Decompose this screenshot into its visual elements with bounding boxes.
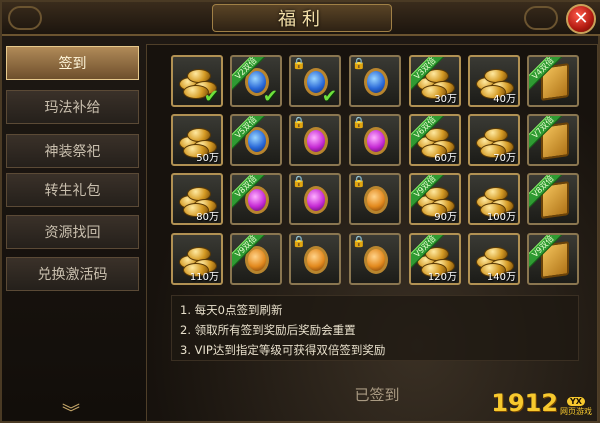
reward-slot[interactable]: 40万	[468, 55, 520, 107]
sidebar-item-rebirth-pack[interactable]: 转生礼包	[6, 173, 139, 207]
reward-amount: 140万	[486, 272, 516, 283]
sidebar-item-mafa-supply[interactable]: 玛法补给	[6, 90, 139, 124]
lock-icon: 🔒	[352, 175, 366, 188]
reward-amount: 60万	[434, 153, 457, 164]
reward-slot[interactable]: 80万	[171, 173, 223, 225]
sidebar-item-label: 签到	[58, 56, 87, 72]
site-watermark: 1912 YX 网页游戏	[491, 389, 592, 417]
orange-gem-icon	[304, 246, 328, 274]
rules-notes: 1. 每天0点签到刷新 2. 领取所有签到奖励后奖励会重置 3. VIP达到指定…	[171, 295, 579, 361]
rule-line: 3. VIP达到指定等级可获得双倍签到奖励	[180, 343, 386, 357]
rule-line: 1. 每天0点签到刷新	[180, 303, 283, 317]
checkmark-icon: ✔	[203, 86, 219, 107]
reward-slot[interactable]: 🔒	[349, 233, 401, 285]
blue-gem-icon	[364, 68, 388, 96]
reward-slot[interactable]: 100万	[468, 173, 520, 225]
lock-icon: 🔒	[292, 235, 306, 248]
lock-icon: 🔒	[352, 116, 366, 129]
sidebar-item-label: 转生礼包	[44, 183, 101, 199]
close-button[interactable]: ✕	[566, 4, 596, 34]
purple-gem-icon	[304, 186, 328, 214]
reward-slot[interactable]: V8双倍	[230, 173, 282, 225]
lock-icon: 🔒	[352, 57, 366, 70]
reward-slot[interactable]: 🔒	[349, 173, 401, 225]
orange-gem-icon	[364, 186, 388, 214]
reward-amount: 70万	[493, 153, 516, 164]
title-plate: 福利	[212, 4, 392, 32]
sidebar-item-label: 资源找回	[44, 225, 101, 241]
watermark-text: 网页游戏	[560, 407, 592, 416]
reward-slot[interactable]: 🔒	[349, 114, 401, 166]
checkmark-icon: ✔	[321, 86, 337, 107]
reward-slot[interactable]: V4双倍	[527, 55, 579, 107]
sidebar-item-label: 神装祭祀	[44, 144, 101, 160]
reward-slot[interactable]: V9双倍 90万	[409, 173, 461, 225]
lock-icon: 🔒	[292, 175, 306, 188]
close-x-icon: ✕	[573, 8, 589, 29]
lock-icon: 🔒	[292, 57, 306, 70]
reward-slot[interactable]: ✔	[171, 55, 223, 107]
title-bar: 福利 ✕	[2, 2, 600, 36]
reward-amount: 110万	[189, 272, 219, 283]
reward-amount: 90万	[434, 212, 457, 223]
reward-slot[interactable]: V6双倍 60万	[409, 114, 461, 166]
purple-gem-icon	[364, 127, 388, 155]
title-ornament-left	[8, 6, 42, 30]
reward-amount: 30万	[434, 94, 457, 105]
sidebar-item-checkin[interactable]: 签到	[6, 46, 139, 80]
sidebar-item-divine-sacrifice[interactable]: 神装祭祀	[6, 134, 139, 168]
title-ornament-right	[524, 6, 558, 30]
reward-slot[interactable]: 🔒 ✔	[289, 55, 341, 107]
window-title: 福利	[278, 9, 326, 30]
watermark-badge: YX	[567, 397, 585, 406]
watermark-side: YX 网页游戏	[560, 397, 592, 417]
sidebar-item-label: 兑换激活码	[37, 267, 108, 283]
reward-slot[interactable]: 110万	[171, 233, 223, 285]
orange-gem-icon	[364, 246, 388, 274]
watermark-number: 1912	[491, 389, 558, 417]
reward-amount: 50万	[196, 153, 219, 164]
reward-slot[interactable]: V8双倍	[527, 173, 579, 225]
chevron-down-icon[interactable]: ︾	[62, 399, 80, 423]
welfare-window: 福利 ✕ 签到 玛法补给 神装祭祀 转生礼包 资源找回 兑换激活码 ︾ ✔ V2双…	[0, 0, 600, 423]
reward-slot[interactable]: V3双倍 30万	[409, 55, 461, 107]
checkmark-icon: ✔	[262, 86, 278, 107]
reward-amount: 80万	[196, 212, 219, 223]
reward-slot[interactable]: V9双倍	[230, 233, 282, 285]
reward-slot[interactable]: V9双倍	[527, 233, 579, 285]
reward-slot[interactable]: 🔒	[289, 114, 341, 166]
reward-slot[interactable]: 70万	[468, 114, 520, 166]
checkin-panel: ✔ V2双倍 ✔ 🔒 ✔ 🔒 V3双倍 30万 40万 V4双倍 50万 V5双倍 🔒 🔒 V6双倍 60万 7…	[146, 44, 598, 422]
reward-slot[interactable]: V7双倍	[527, 114, 579, 166]
reward-slot[interactable]: 50万	[171, 114, 223, 166]
reward-amount: 100万	[486, 212, 516, 223]
reward-slot[interactable]: V2双倍 ✔	[230, 55, 282, 107]
reward-slot[interactable]: 🔒	[289, 173, 341, 225]
purple-gem-icon	[304, 127, 328, 155]
rule-line: 2. 领取所有签到奖励后奖励会重置	[180, 323, 356, 337]
sidebar-item-resource-recovery[interactable]: 资源找回	[6, 215, 139, 249]
reward-slot[interactable]: 🔒	[289, 233, 341, 285]
reward-slot[interactable]: 🔒	[349, 55, 401, 107]
reward-slot[interactable]: V5双倍	[230, 114, 282, 166]
signed-button[interactable]: 已签到	[327, 381, 427, 407]
reward-slot[interactable]: 140万	[468, 233, 520, 285]
reward-slot[interactable]: V9双倍 120万	[409, 233, 461, 285]
reward-amount: 40万	[493, 94, 516, 105]
sidebar-item-label: 玛法补给	[44, 100, 101, 116]
reward-amount: 120万	[427, 272, 457, 283]
sidebar: 签到 玛法补给 神装祭祀 转生礼包 资源找回 兑换激活码 ︾	[2, 42, 142, 423]
sidebar-item-redeem-code[interactable]: 兑换激活码	[6, 257, 139, 291]
lock-icon: 🔒	[352, 235, 366, 248]
lock-icon: 🔒	[292, 116, 306, 129]
